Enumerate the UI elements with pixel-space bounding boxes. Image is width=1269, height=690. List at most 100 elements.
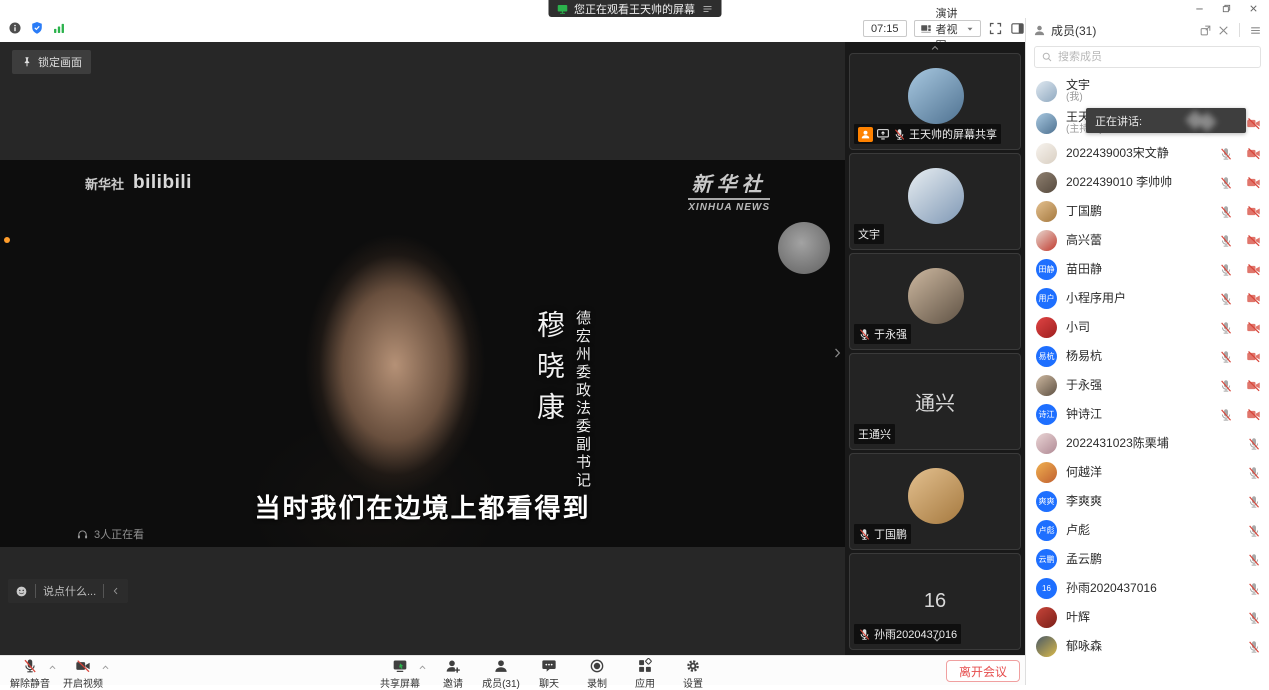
member-row[interactable]: 用户 小程序用户 — [1026, 284, 1269, 313]
mic-muted-icon[interactable] — [1219, 350, 1233, 364]
search-input[interactable] — [1058, 51, 1254, 63]
video-tile[interactable]: 通兴 王通兴 — [849, 353, 1021, 450]
settings-button[interactable]: 设置 — [669, 657, 717, 690]
chat-button[interactable]: 聊天 — [525, 657, 573, 690]
mic-muted-icon[interactable] — [1219, 147, 1233, 161]
chevron-up-icon[interactable] — [48, 663, 57, 672]
camera-off-icon[interactable] — [1246, 262, 1261, 277]
mic-muted-icon[interactable] — [1247, 466, 1261, 480]
share-screen-button[interactable]: 共享屏幕 — [376, 657, 424, 690]
chevron-up-icon[interactable] — [418, 663, 427, 672]
mic-muted-icon[interactable] — [1219, 263, 1233, 277]
mic-muted-icon[interactable] — [1247, 524, 1261, 538]
member-row[interactable]: 爽爽 李爽爽 — [1026, 487, 1269, 516]
camera-off-icon[interactable] — [1246, 407, 1261, 422]
camera-off-icon[interactable] — [1246, 320, 1261, 335]
member-row[interactable]: 田静 苗田静 — [1026, 255, 1269, 284]
mic-muted-icon[interactable] — [1219, 176, 1233, 190]
camera-off-icon[interactable] — [1246, 204, 1261, 219]
member-row[interactable]: 小司 — [1026, 313, 1269, 342]
invite-icon — [445, 658, 461, 674]
member-row[interactable]: 文宇 (我) — [1026, 75, 1269, 107]
mic-muted-icon[interactable] — [1247, 640, 1261, 654]
members-icon — [493, 658, 509, 674]
member-name: 高兴蕾 — [1066, 233, 1102, 247]
members-button[interactable]: 成员(31) — [477, 657, 525, 690]
mic-muted-icon[interactable] — [1247, 495, 1261, 509]
mic-muted-icon[interactable] — [1219, 321, 1233, 335]
chevron-up-icon[interactable] — [101, 663, 110, 672]
collapse-strip-icon[interactable] — [928, 43, 942, 53]
video-tile[interactable]: 文宇 — [849, 153, 1021, 250]
member-row[interactable]: 2022431023陈栗埔 — [1026, 429, 1269, 458]
mic-muted-icon[interactable] — [1247, 611, 1261, 625]
quick-chat-bar[interactable]: 说点什么... — [8, 579, 128, 603]
camera-off-icon[interactable] — [1246, 378, 1261, 393]
expand-strip-icon[interactable] — [929, 633, 945, 645]
record-button[interactable]: 录制 — [573, 657, 621, 690]
member-row[interactable]: 叶辉 — [1026, 603, 1269, 632]
member-row[interactable]: 何越洋 — [1026, 458, 1269, 487]
popout-panel-icon[interactable] — [1199, 24, 1212, 37]
fullscreen-icon[interactable] — [988, 21, 1003, 36]
member-row[interactable]: 高兴蕾 — [1026, 226, 1269, 255]
window-controls — [1194, 3, 1259, 14]
video-tile[interactable]: 于永强 — [849, 253, 1021, 350]
mic-muted-icon[interactable] — [1219, 379, 1233, 393]
xinhua-news-logo: 新华社 XINHUA NEWS — [688, 168, 770, 213]
member-row[interactable]: 易杭 杨易杭 — [1026, 342, 1269, 371]
member-search-box[interactable] — [1034, 46, 1261, 68]
camera-off-icon[interactable] — [1246, 291, 1261, 306]
info-icon[interactable] — [8, 21, 22, 35]
mic-muted-icon[interactable] — [1219, 205, 1233, 219]
member-row[interactable]: 于永强 — [1026, 371, 1269, 400]
minimize-button[interactable] — [1194, 3, 1205, 14]
start-video-button[interactable]: 开启视频 — [59, 657, 107, 690]
member-row[interactable]: 2022439010 李帅帅 — [1026, 168, 1269, 197]
unmute-button[interactable]: 解除静音 — [6, 657, 54, 690]
camera-off-icon[interactable] — [1246, 146, 1261, 161]
member-avatar: 用户 — [1036, 288, 1057, 309]
mic-muted-icon[interactable] — [1219, 234, 1233, 248]
mic-muted-icon[interactable] — [1219, 292, 1233, 306]
banner-menu-icon[interactable] — [701, 3, 713, 15]
video-tile[interactable]: 16 孙雨2020437016 — [849, 553, 1021, 650]
camera-off-icon[interactable] — [1246, 349, 1261, 364]
pin-icon — [21, 56, 33, 68]
emoji-icon[interactable] — [15, 585, 28, 598]
view-mode-button[interactable]: 演讲者视图 — [914, 20, 981, 37]
close-button[interactable] — [1248, 3, 1259, 14]
mic-muted-icon[interactable] — [1247, 437, 1261, 451]
camera-off-icon[interactable] — [1246, 116, 1261, 131]
bilibili-logo: bilibili — [133, 172, 192, 194]
collapse-chat-icon[interactable] — [111, 586, 121, 596]
apps-icon — [637, 658, 653, 674]
mic-muted-icon[interactable] — [1247, 582, 1261, 596]
member-row[interactable]: 16 孙雨2020437016 — [1026, 574, 1269, 603]
member-row[interactable]: 卢彪 卢彪 — [1026, 516, 1269, 545]
mic-muted-icon[interactable] — [1247, 553, 1261, 567]
video-tile[interactable]: 王天帅的屏幕共享 — [849, 53, 1021, 150]
security-shield-icon[interactable] — [30, 21, 44, 35]
chat-input-placeholder[interactable]: 说点什么... — [35, 584, 103, 598]
camera-off-icon[interactable] — [1246, 233, 1261, 248]
close-panel-icon[interactable] — [1217, 24, 1230, 37]
invite-button[interactable]: 邀请 — [429, 657, 477, 690]
member-row[interactable]: 郁咏森 — [1026, 632, 1269, 661]
network-signal-icon[interactable] — [52, 21, 66, 35]
pin-screen-button[interactable]: 锁定画面 — [12, 50, 91, 74]
watching-banner[interactable]: 您正在观看王天帅的屏幕 — [548, 0, 721, 17]
collapse-panel-icon[interactable] — [830, 342, 844, 364]
member-row[interactable]: 诗江 钟诗江 — [1026, 400, 1269, 429]
panel-menu-icon[interactable] — [1249, 24, 1262, 37]
mic-muted-icon[interactable] — [1219, 408, 1233, 422]
restore-button[interactable] — [1221, 3, 1232, 14]
member-row[interactable]: 2022439003宋文静 — [1026, 139, 1269, 168]
apps-button[interactable]: 应用 — [621, 657, 669, 690]
member-row[interactable]: 丁国鹏 — [1026, 197, 1269, 226]
camera-off-icon[interactable] — [1246, 175, 1261, 190]
layout-panel-icon[interactable] — [1010, 21, 1025, 36]
leave-meeting-button[interactable]: 离开会议 — [946, 660, 1020, 682]
member-row[interactable]: 云鹏 孟云鹏 — [1026, 545, 1269, 574]
video-tile[interactable]: 丁国鹏 — [849, 453, 1021, 550]
